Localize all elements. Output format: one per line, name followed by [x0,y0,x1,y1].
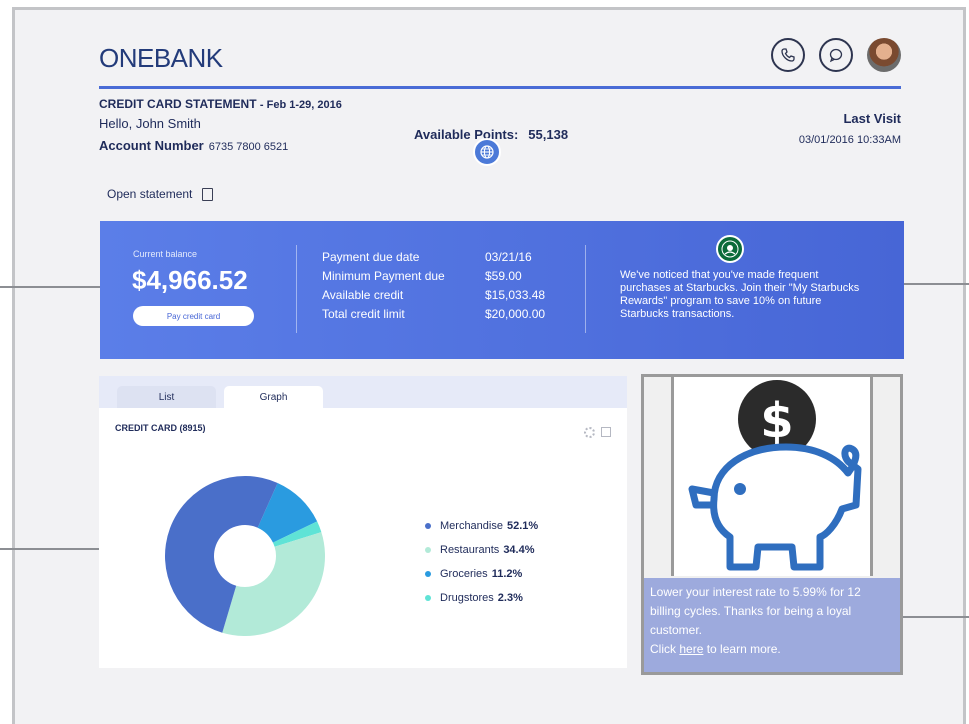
callout-line-promo [895,616,969,618]
banner-divider [585,245,586,333]
statement-title-text: CREDIT CARD STATEMENT [99,97,257,111]
current-balance-label: Current balance [133,249,198,259]
phone-icon[interactable] [771,38,805,72]
piggy-bank-image: $ [671,377,873,576]
greeting: Hello, John Smith [99,116,201,131]
header-divider [99,86,901,89]
tab-graph[interactable]: Graph [224,386,323,408]
legend-value: 52.1% [506,520,539,532]
available-credit-label: Available credit [322,288,404,302]
account-label: Account Number [99,138,204,153]
legend-item-drugstores: Drugstores 2.3% [425,586,538,610]
last-visit-label: Last Visit [843,111,901,126]
account-number-value: 6735 7800 6521 [208,141,289,153]
open-statement-label[interactable]: Open statement [107,187,192,201]
legend-label: Drugstores [440,592,494,604]
promo-after-link-text: to learn more. [706,642,781,656]
legend-swatch [425,571,431,577]
legend-label: Groceries [440,568,488,580]
spending-chart-panel: List Graph CREDIT CARD (8915) Merchandis… [99,376,627,668]
banner-divider [296,245,297,333]
current-balance-value: $4,966.52 [132,265,248,295]
payment-details: Payment due date 03/21/16 Minimum Paymen… [322,250,565,321]
legend-swatch [425,523,431,529]
points-value: 55,138 [528,127,569,142]
legend-item-groceries: Groceries 11.2% [425,562,538,586]
settings-gear-icon[interactable] [584,427,595,438]
promo-offer-text: Lower your interest rate to 5.99% for 12… [650,585,861,637]
legend-label: Merchandise [440,520,503,532]
account-number: Account Number 6735 7800 6521 [99,138,288,153]
total-credit-limit-value: $20,000.00 [485,307,546,321]
panel-actions [584,427,611,438]
points-label: Available Points: [414,127,519,142]
spending-donut-chart [165,476,325,636]
tab-list[interactable]: List [117,386,216,408]
minimum-payment-value: $59.00 [485,269,522,283]
legend-value: 2.3% [497,592,523,604]
donut-slice-restaurants[interactable] [222,532,325,636]
statement-date-range: - Feb 1-29, 2016 [259,99,342,111]
last-visit: Last Visit 03/01/2016 10:33AM [799,111,901,146]
header-actions [771,38,901,72]
globe-icon[interactable] [473,138,501,166]
payment-due-date-value: 03/21/16 [485,250,532,264]
pay-credit-card-button[interactable]: Pay credit card [133,306,254,326]
view-tabs: List Graph [99,376,627,408]
legend-value: 34.4% [503,544,535,556]
legend-swatch [425,547,431,553]
expand-icon[interactable] [601,427,611,437]
account-summary-banner: Current balance $4,966.52 Pay credit car… [100,221,904,359]
chat-icon[interactable] [819,38,853,72]
payment-due-date-label: Payment due date [322,250,420,264]
callout-line-offer [897,283,969,285]
minimum-payment-label: Minimum Payment due [322,269,445,283]
piggy-bank-icon: $ [688,380,862,571]
promo-click-text: Click [650,642,676,656]
starbucks-offer-text: We've noticed that you've made frequent … [620,269,860,320]
credit-card-label: CREDIT CARD (8915) [115,423,206,433]
available-credit-value: $15,033.48 [485,288,546,302]
svg-text:$: $ [760,393,793,449]
user-avatar[interactable] [867,38,901,72]
promo-card: $ Lower your interest rate to 5.99% for … [641,374,903,675]
promo-message: Lower your interest rate to 5.99% for 12… [644,578,900,672]
legend-item-restaurants: Restaurants 34.4% [425,538,538,562]
callout-line-balance [0,286,113,288]
statement-title: CREDIT CARD STATEMENT - Feb 1-29, 2016 [99,97,342,111]
chart-legend: Merchandise 52.1% Restaurants 34.4% Grocerie… [425,514,538,610]
starbucks-logo-icon[interactable] [716,235,744,263]
legend-label: Restaurants [440,544,500,556]
open-statement-link[interactable]: Open statement [107,187,214,201]
pdf-icon[interactable] [202,187,214,201]
legend-swatch [425,595,431,601]
legend-item-merchandise: Merchandise 52.1% [425,514,538,538]
total-credit-limit-label: Total credit limit [322,307,405,321]
last-visit-value: 03/01/2016 10:33AM [798,134,901,146]
onebank-logo[interactable]: ONEBANK [99,43,223,74]
legend-value: 11.2% [491,568,523,580]
learn-more-link[interactable]: here [679,642,703,656]
